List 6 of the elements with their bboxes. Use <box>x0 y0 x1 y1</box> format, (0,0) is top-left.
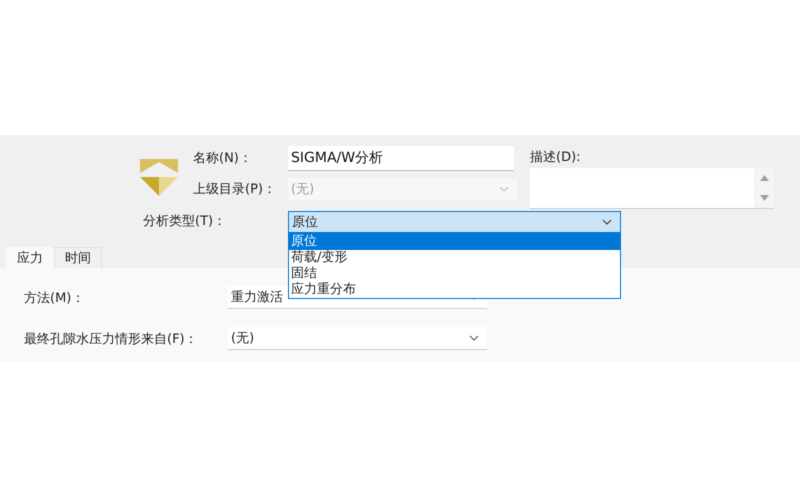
analysis-type-label: 分析类型(T)： <box>143 213 228 231</box>
name-label: 名称(N)： <box>193 150 253 168</box>
parent-label: 上级目录(P)： <box>193 181 277 199</box>
field-label: 方法(M)： <box>24 290 86 306</box>
field-label: 最终孔隙水压力情形来自(F)： <box>24 330 199 348</box>
description-label: 描述(D): <box>530 149 582 167</box>
